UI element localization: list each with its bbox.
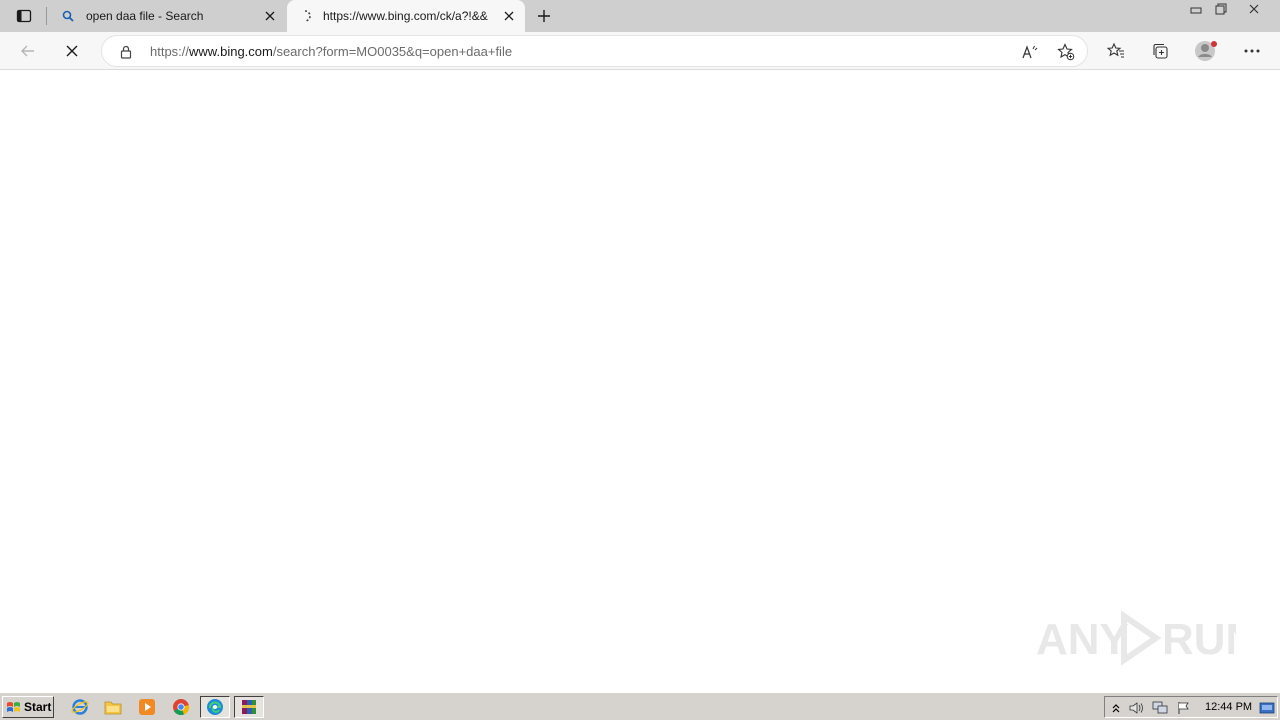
avatar-icon (1195, 41, 1217, 61)
close-tab-icon[interactable] (499, 6, 519, 26)
tab-separator (46, 7, 47, 25)
chrome-icon[interactable] (170, 697, 192, 717)
show-desktop-icon[interactable] (1259, 700, 1275, 716)
page-content (0, 71, 1280, 692)
collections-icon (1153, 43, 1168, 59)
settings-and-more-button[interactable] (1237, 36, 1267, 66)
media-player-icon[interactable] (136, 697, 158, 717)
tab-title: open daa file - Search (86, 9, 204, 23)
collections-button[interactable] (1145, 36, 1175, 66)
anyrun-logo: ANY RUN (1036, 610, 1236, 666)
system-tray: 12:44 PM (1104, 696, 1278, 718)
minimize-button[interactable] (1183, 0, 1209, 18)
file-explorer-icon[interactable] (102, 697, 124, 717)
tab-search[interactable]: open daa file - Search (50, 0, 286, 32)
back-arrow-icon (21, 45, 34, 57)
close-icon (66, 45, 78, 57)
volume-icon[interactable] (1128, 700, 1144, 716)
title-bar: open daa file - Search https://www.bing.… (0, 0, 1280, 32)
close-window-button[interactable] (1236, 0, 1272, 18)
lock-icon[interactable] (118, 44, 134, 60)
tab-actions-icon (16, 9, 32, 23)
plus-icon (538, 10, 550, 22)
anyrun-watermark: ANY RUN (1036, 608, 1236, 668)
windows-logo-icon (7, 702, 20, 712)
action-center-flag-icon[interactable] (1176, 700, 1192, 716)
address-bar[interactable]: https://www.bing.com/search?form=MO0035&… (101, 35, 1088, 67)
browser-toolbar: https://www.bing.com/search?form=MO0035&… (0, 32, 1280, 70)
favorites-button[interactable] (1101, 36, 1131, 66)
start-button[interactable]: Start (2, 696, 54, 718)
restore-icon (1215, 3, 1227, 15)
more-icon (1244, 49, 1260, 53)
tab-title: https://www.bing.com/ck/a?!&& (323, 9, 488, 23)
clock[interactable]: 12:44 PM (1205, 701, 1252, 713)
stop-loading-button[interactable] (57, 36, 87, 66)
back-button[interactable] (13, 36, 43, 66)
minimize-icon (1190, 7, 1202, 14)
add-favorite-icon[interactable] (1056, 42, 1076, 62)
winrar-icon[interactable] (234, 696, 264, 718)
url-host: www.bing.com (189, 44, 273, 59)
show-hidden-icons-icon[interactable] (1108, 700, 1124, 716)
search-icon (60, 8, 76, 24)
url-path: /search?form=MO0035&q=open+daa+file (272, 44, 513, 59)
svg-text:ANY: ANY (1036, 615, 1129, 664)
close-icon (1249, 4, 1259, 14)
internet-explorer-icon[interactable] (69, 697, 91, 717)
tab-actions-button[interactable] (8, 4, 40, 28)
read-aloud-icon[interactable] (1020, 42, 1040, 62)
url-text[interactable]: https://www.bing.com/search?form=MO0035&… (150, 44, 512, 59)
close-tab-icon[interactable] (260, 6, 280, 26)
profile-button[interactable] (1191, 36, 1221, 66)
url-scheme: https:// (150, 44, 190, 59)
start-label: Start (24, 700, 52, 714)
svg-text:RUN: RUN (1162, 615, 1236, 664)
restore-button[interactable] (1208, 0, 1234, 18)
new-tab-button[interactable] (532, 4, 556, 28)
loading-icon (297, 8, 313, 24)
tab-bing-redirect[interactable]: https://www.bing.com/ck/a?!&& (287, 0, 525, 32)
taskbar: Start 12:44 PM (0, 692, 1280, 720)
favorites-icon (1107, 42, 1124, 58)
network-icon[interactable] (1152, 700, 1168, 716)
edge-icon[interactable] (200, 696, 230, 718)
